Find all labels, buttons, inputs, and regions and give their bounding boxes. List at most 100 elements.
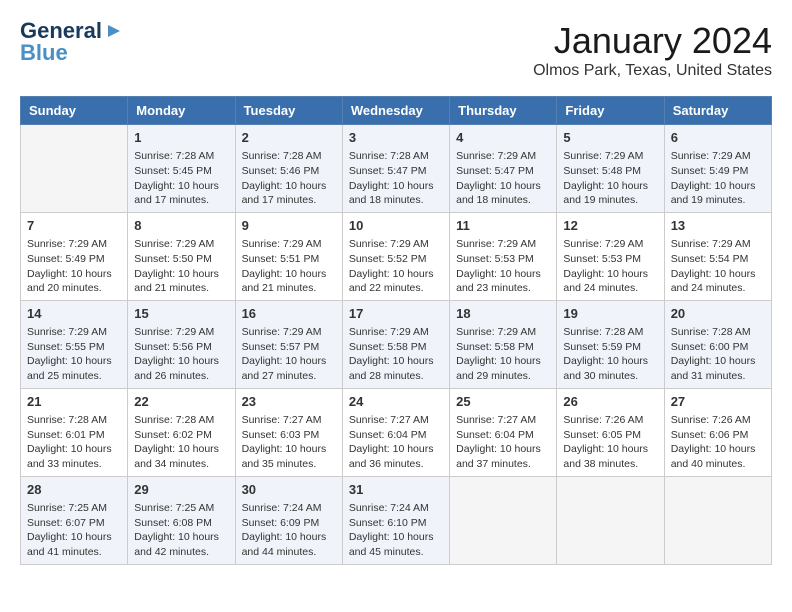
day-cell: 10Sunrise: 7:29 AM Sunset: 5:52 PM Dayli… bbox=[342, 212, 449, 300]
day-number: 6 bbox=[671, 129, 765, 147]
header-sunday: Sunday bbox=[21, 97, 128, 125]
day-info: Sunrise: 7:29 AM Sunset: 5:53 PM Dayligh… bbox=[456, 237, 550, 296]
day-info: Sunrise: 7:27 AM Sunset: 6:04 PM Dayligh… bbox=[349, 413, 443, 472]
day-cell bbox=[450, 476, 557, 564]
day-info: Sunrise: 7:29 AM Sunset: 5:52 PM Dayligh… bbox=[349, 237, 443, 296]
day-number: 9 bbox=[242, 217, 336, 235]
calendar-subtitle: Olmos Park, Texas, United States bbox=[533, 62, 772, 80]
day-number: 31 bbox=[349, 481, 443, 499]
week-row-2: 7Sunrise: 7:29 AM Sunset: 5:49 PM Daylig… bbox=[21, 212, 772, 300]
day-number: 22 bbox=[134, 393, 228, 411]
day-info: Sunrise: 7:27 AM Sunset: 6:04 PM Dayligh… bbox=[456, 413, 550, 472]
day-cell bbox=[664, 476, 771, 564]
week-row-4: 21 Sunrise: 7:28 AM Sunset: 6:01 PM Dayli… bbox=[21, 388, 772, 476]
day-cell: 2 Sunrise: 7:28 AM Sunset: 5:46 PM Daylig… bbox=[235, 125, 342, 213]
day-number: 19 bbox=[563, 305, 657, 323]
day-info: Sunrise: 7:29 AM Sunset: 5:55 PM Dayligh… bbox=[27, 325, 121, 384]
day-cell: 14 Sunrise: 7:29 AM Sunset: 5:55 PM Dayli… bbox=[21, 300, 128, 388]
day-cell: 27 Sunrise: 7:26 AM Sunset: 6:06 PM Dayli… bbox=[664, 388, 771, 476]
day-number: 29 bbox=[134, 481, 228, 499]
day-cell: 24Sunrise: 7:27 AM Sunset: 6:04 PM Dayli… bbox=[342, 388, 449, 476]
header-tuesday: Tuesday bbox=[235, 97, 342, 125]
day-cell: 11 Sunrise: 7:29 AM Sunset: 5:53 PM Dayli… bbox=[450, 212, 557, 300]
day-info: Sunrise: 7:26 AM Sunset: 6:05 PM Dayligh… bbox=[563, 413, 657, 472]
day-number: 30 bbox=[242, 481, 336, 499]
day-cell: 30 Sunrise: 7:24 AM Sunset: 6:09 PM Dayli… bbox=[235, 476, 342, 564]
day-number: 27 bbox=[671, 393, 765, 411]
week-row-1: 1Sunrise: 7:28 AM Sunset: 5:45 PM Daylig… bbox=[21, 125, 772, 213]
logo: General Blue bbox=[20, 20, 124, 64]
day-info: Sunrise: 7:29 AM Sunset: 5:58 PM Dayligh… bbox=[349, 325, 443, 384]
day-number: 28 bbox=[27, 481, 121, 499]
day-info: Sunrise: 7:28 AM Sunset: 5:46 PM Dayligh… bbox=[242, 149, 336, 208]
day-cell: 19 Sunrise: 7:28 AM Sunset: 5:59 PM Dayli… bbox=[557, 300, 664, 388]
title-section: January 2024 Olmos Park, Texas, United S… bbox=[533, 20, 772, 80]
day-cell: 15 Sunrise: 7:29 AM Sunset: 5:56 PM Dayli… bbox=[128, 300, 235, 388]
day-info: Sunrise: 7:29 AM Sunset: 5:56 PM Dayligh… bbox=[134, 325, 228, 384]
day-cell bbox=[557, 476, 664, 564]
day-info: Sunrise: 7:28 AM Sunset: 5:59 PM Dayligh… bbox=[563, 325, 657, 384]
day-cell: 1Sunrise: 7:28 AM Sunset: 5:45 PM Daylig… bbox=[128, 125, 235, 213]
header-wednesday: Wednesday bbox=[342, 97, 449, 125]
day-cell: 18Sunrise: 7:29 AM Sunset: 5:58 PM Dayli… bbox=[450, 300, 557, 388]
day-info: Sunrise: 7:29 AM Sunset: 5:50 PM Dayligh… bbox=[134, 237, 228, 296]
calendar-title: January 2024 bbox=[533, 20, 772, 62]
day-info: Sunrise: 7:28 AM Sunset: 5:47 PM Dayligh… bbox=[349, 149, 443, 208]
day-info: Sunrise: 7:29 AM Sunset: 5:48 PM Dayligh… bbox=[563, 149, 657, 208]
day-cell: 29Sunrise: 7:25 AM Sunset: 6:08 PM Dayli… bbox=[128, 476, 235, 564]
day-number: 2 bbox=[242, 129, 336, 147]
day-cell: 17Sunrise: 7:29 AM Sunset: 5:58 PM Dayli… bbox=[342, 300, 449, 388]
day-number: 15 bbox=[134, 305, 228, 323]
day-number: 21 bbox=[27, 393, 121, 411]
day-cell: 12 Sunrise: 7:29 AM Sunset: 5:53 PM Dayli… bbox=[557, 212, 664, 300]
day-number: 14 bbox=[27, 305, 121, 323]
day-cell: 26 Sunrise: 7:26 AM Sunset: 6:05 PM Dayli… bbox=[557, 388, 664, 476]
day-info: Sunrise: 7:29 AM Sunset: 5:49 PM Dayligh… bbox=[27, 237, 121, 296]
day-info: Sunrise: 7:28 AM Sunset: 5:45 PM Dayligh… bbox=[134, 149, 228, 208]
day-cell: 6 Sunrise: 7:29 AM Sunset: 5:49 PM Daylig… bbox=[664, 125, 771, 213]
header-saturday: Saturday bbox=[664, 97, 771, 125]
day-cell: 5 Sunrise: 7:29 AM Sunset: 5:48 PM Daylig… bbox=[557, 125, 664, 213]
day-info: Sunrise: 7:29 AM Sunset: 5:53 PM Dayligh… bbox=[563, 237, 657, 296]
day-cell: 20 Sunrise: 7:28 AM Sunset: 6:00 PM Dayli… bbox=[664, 300, 771, 388]
day-info: Sunrise: 7:28 AM Sunset: 6:02 PM Dayligh… bbox=[134, 413, 228, 472]
day-number: 12 bbox=[563, 217, 657, 235]
day-cell: 13Sunrise: 7:29 AM Sunset: 5:54 PM Dayli… bbox=[664, 212, 771, 300]
day-info: Sunrise: 7:24 AM Sunset: 6:09 PM Dayligh… bbox=[242, 501, 336, 560]
header-thursday: Thursday bbox=[450, 97, 557, 125]
week-row-5: 28 Sunrise: 7:25 AM Sunset: 6:07 PM Dayli… bbox=[21, 476, 772, 564]
day-info: Sunrise: 7:25 AM Sunset: 6:07 PM Dayligh… bbox=[27, 501, 121, 560]
day-number: 3 bbox=[349, 129, 443, 147]
day-cell: 8Sunrise: 7:29 AM Sunset: 5:50 PM Daylig… bbox=[128, 212, 235, 300]
day-info: Sunrise: 7:28 AM Sunset: 6:00 PM Dayligh… bbox=[671, 325, 765, 384]
calendar-table: SundayMondayTuesdayWednesdayThursdayFrid… bbox=[20, 96, 772, 565]
day-cell: 4 Sunrise: 7:29 AM Sunset: 5:47 PM Daylig… bbox=[450, 125, 557, 213]
day-cell: 21 Sunrise: 7:28 AM Sunset: 6:01 PM Dayli… bbox=[21, 388, 128, 476]
day-number: 26 bbox=[563, 393, 657, 411]
day-info: Sunrise: 7:29 AM Sunset: 5:49 PM Dayligh… bbox=[671, 149, 765, 208]
logo-arrow-icon bbox=[104, 21, 124, 41]
header: General Blue January 2024 Olmos Park, Te… bbox=[20, 20, 772, 80]
day-number: 5 bbox=[563, 129, 657, 147]
day-cell: 25Sunrise: 7:27 AM Sunset: 6:04 PM Dayli… bbox=[450, 388, 557, 476]
day-number: 18 bbox=[456, 305, 550, 323]
days-header-row: SundayMondayTuesdayWednesdayThursdayFrid… bbox=[21, 97, 772, 125]
day-info: Sunrise: 7:27 AM Sunset: 6:03 PM Dayligh… bbox=[242, 413, 336, 472]
day-cell: 23Sunrise: 7:27 AM Sunset: 6:03 PM Dayli… bbox=[235, 388, 342, 476]
day-cell: 7Sunrise: 7:29 AM Sunset: 5:49 PM Daylig… bbox=[21, 212, 128, 300]
day-info: Sunrise: 7:26 AM Sunset: 6:06 PM Dayligh… bbox=[671, 413, 765, 472]
day-info: Sunrise: 7:29 AM Sunset: 5:57 PM Dayligh… bbox=[242, 325, 336, 384]
day-cell: 31Sunrise: 7:24 AM Sunset: 6:10 PM Dayli… bbox=[342, 476, 449, 564]
logo-blue: Blue bbox=[20, 42, 68, 64]
day-number: 11 bbox=[456, 217, 550, 235]
day-info: Sunrise: 7:28 AM Sunset: 6:01 PM Dayligh… bbox=[27, 413, 121, 472]
day-number: 20 bbox=[671, 305, 765, 323]
day-cell: 16Sunrise: 7:29 AM Sunset: 5:57 PM Dayli… bbox=[235, 300, 342, 388]
week-row-3: 14 Sunrise: 7:29 AM Sunset: 5:55 PM Dayli… bbox=[21, 300, 772, 388]
day-number: 4 bbox=[456, 129, 550, 147]
day-cell bbox=[21, 125, 128, 213]
day-info: Sunrise: 7:29 AM Sunset: 5:51 PM Dayligh… bbox=[242, 237, 336, 296]
day-info: Sunrise: 7:29 AM Sunset: 5:47 PM Dayligh… bbox=[456, 149, 550, 208]
header-friday: Friday bbox=[557, 97, 664, 125]
day-info: Sunrise: 7:29 AM Sunset: 5:54 PM Dayligh… bbox=[671, 237, 765, 296]
